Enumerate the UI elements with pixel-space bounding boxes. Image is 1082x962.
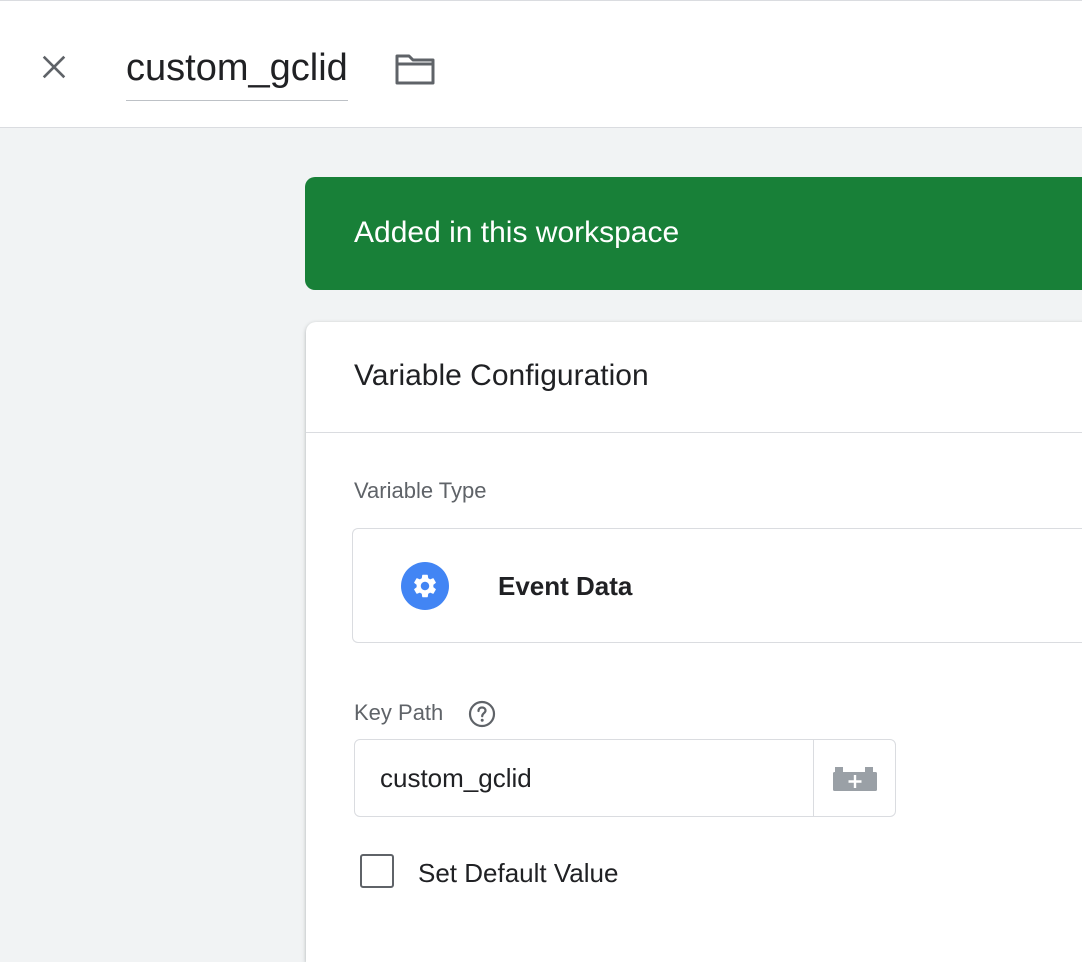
close-button[interactable] (28, 41, 80, 93)
close-icon (42, 55, 66, 79)
key-path-label: Key Path (354, 700, 444, 725)
key-path-input[interactable] (354, 739, 814, 817)
help-icon[interactable] (468, 700, 496, 728)
folder-icon (395, 54, 435, 85)
page: { "header": { "variable_name": "custom_g… (0, 0, 1082, 962)
folder-button[interactable] (390, 47, 440, 91)
variable-type-name: Event Data (498, 571, 633, 601)
insert-variable-button[interactable] (813, 739, 896, 817)
variable-type-selector[interactable]: Event Data (352, 528, 1082, 643)
card-title: Variable Configuration (354, 359, 649, 392)
set-default-value-label: Set Default Value (418, 858, 619, 888)
gear-icon (401, 562, 449, 610)
variable-configuration-card: Variable Configuration Variable Type Eve… (306, 322, 1082, 962)
banner-text: Added in this workspace (354, 216, 680, 249)
variable-name: custom_gclid (126, 47, 348, 89)
variable-type-label: Variable Type (354, 478, 487, 503)
card-header: Variable Configuration (306, 322, 1082, 433)
workspace-status-banner: Added in this workspace (305, 177, 1082, 290)
set-default-value-checkbox[interactable] (360, 854, 394, 888)
top-bar: custom_gclid (0, 0, 1082, 128)
add-variable-icon (832, 767, 877, 791)
variable-name-field[interactable]: custom_gclid (126, 43, 348, 101)
